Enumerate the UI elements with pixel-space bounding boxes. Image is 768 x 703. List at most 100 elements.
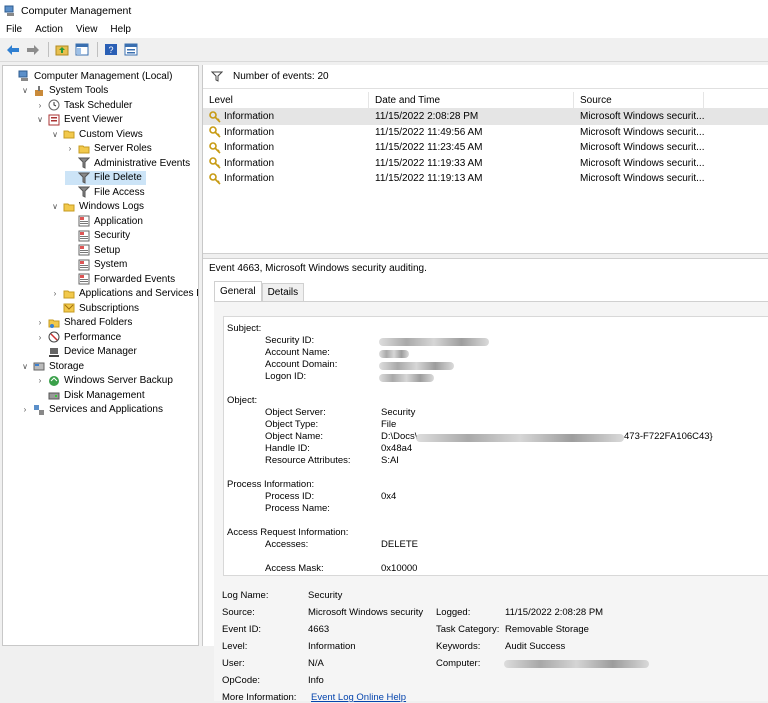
column-header-source[interactable]: Source (574, 92, 704, 108)
tree-node-server-roles[interactable]: ›Server Roles (65, 142, 152, 156)
properties-icon (124, 43, 138, 56)
tree-node-system[interactable]: System (65, 258, 127, 272)
desc-handle-id-label: Handle ID: (265, 443, 310, 454)
tree-node-administrative-events[interactable]: Administrative Events (65, 156, 190, 170)
tree-node-applications-and-services-logs[interactable]: ›Applications and Services Logs (50, 287, 199, 301)
prop-level-label: Level: (222, 641, 247, 652)
event-row[interactable]: Information11/15/2022 11:49:56 AMMicroso… (203, 125, 768, 141)
expand-chevron-icon[interactable]: › (50, 289, 60, 298)
desc-process-id-label: Process ID: (265, 491, 314, 502)
collapse-chevron-icon[interactable]: ∨ (20, 362, 30, 371)
prop-opcode-value: Info (308, 675, 324, 686)
column-header-date[interactable]: Date and Time (369, 92, 574, 108)
event-datetime: 11/15/2022 11:19:13 AM (369, 173, 574, 184)
collapse-chevron-icon[interactable]: ∨ (50, 202, 60, 211)
desc-access-mask-label: Access Mask: (265, 563, 324, 574)
redacted-account-domain (379, 362, 454, 370)
tree-node-file-access[interactable]: File Access (65, 185, 145, 199)
show-hide-tree-button[interactable] (73, 41, 90, 58)
computer-management-icon (4, 5, 16, 17)
computer-management-icon (18, 70, 30, 82)
tree-node-windows-server-backup[interactable]: › Windows Server Backup (35, 374, 173, 388)
information-key-icon (209, 126, 221, 138)
tree-node-disk-management[interactable]: Disk Management (35, 388, 145, 402)
menu-help[interactable]: Help (110, 24, 131, 35)
column-header-level[interactable]: Level (203, 92, 369, 108)
redacted-computer-name (504, 660, 649, 668)
filter-icon (78, 172, 90, 184)
prop-more-info-label: More Information: (222, 692, 296, 703)
tree-node-device-manager[interactable]: Device Manager (35, 345, 137, 359)
tree-node-computer-management-local[interactable]: Computer Management (Local) (5, 69, 172, 83)
tree-node-forwarded-events[interactable]: Forwarded Events (65, 272, 175, 286)
event-datetime: 11/15/2022 11:23:45 AM (369, 142, 574, 153)
tree-node-storage[interactable]: ∨Storage (20, 359, 84, 373)
general-tab-body: Subject: Security ID: Account Name: Acco… (214, 301, 768, 701)
event-log-online-help-link[interactable]: Event Log Online Help (311, 692, 406, 703)
collapse-chevron-icon[interactable]: ∨ (20, 86, 30, 95)
folder-up-icon (55, 43, 69, 56)
tree-node-label: Device Manager (64, 346, 137, 357)
prop-keywords-value: Audit Success (505, 641, 565, 652)
expand-chevron-icon[interactable]: › (65, 144, 75, 153)
event-row[interactable]: Information11/15/2022 2:08:28 PMMicrosof… (203, 109, 768, 125)
menu-view[interactable]: View (76, 24, 98, 35)
up-folder-button[interactable] (53, 41, 70, 58)
event-viewer-icon (48, 114, 60, 126)
clock-icon (48, 99, 60, 111)
detail-tabs: General Details (214, 283, 304, 301)
tree-node-task-scheduler[interactable]: › Task Scheduler (35, 98, 132, 112)
prop-user-label: User: (222, 658, 245, 669)
expand-chevron-icon[interactable]: › (35, 318, 45, 327)
properties-button[interactable] (122, 41, 139, 58)
event-source: Microsoft Windows securit... (574, 142, 704, 153)
forward-button[interactable] (24, 41, 41, 58)
tree-node-system-tools[interactable]: ∨System Tools (20, 84, 108, 98)
prop-log-name-value: Security (308, 590, 342, 601)
event-row[interactable]: Information11/15/2022 11:19:33 AMMicroso… (203, 156, 768, 172)
menu-action[interactable]: Action (35, 24, 63, 35)
collapse-chevron-icon[interactable]: ∨ (50, 130, 60, 139)
event-row[interactable]: Information11/15/2022 11:23:45 AMMicroso… (203, 140, 768, 156)
event-pane: Number of events: 20 Level Date and Time… (202, 65, 768, 646)
tree-node-security[interactable]: Security (65, 229, 130, 243)
tree-node-custom-views[interactable]: ∨Custom Views (50, 127, 143, 141)
console-tree-icon (75, 43, 89, 56)
tree-node-label: Administrative Events (94, 158, 190, 169)
desc-access-mask-value: 0x10000 (381, 563, 417, 574)
tree-node-windows-logs[interactable]: ∨Windows Logs (50, 200, 144, 214)
tree-node-performance[interactable]: ›Performance (35, 330, 121, 344)
tree-node-file-delete[interactable]: File Delete (65, 171, 146, 185)
event-description[interactable]: Subject: Security ID: Account Name: Acco… (223, 316, 768, 576)
filter-icon (78, 186, 90, 198)
prop-log-name-label: Log Name: (222, 590, 268, 601)
disk-icon (48, 389, 60, 401)
tree-node-shared-folders[interactable]: ›Shared Folders (35, 316, 132, 330)
tree-node-label: Windows Server Backup (64, 375, 173, 386)
menu-file[interactable]: File (6, 24, 22, 35)
tree-node-subscriptions[interactable]: Subscriptions (50, 301, 139, 315)
expand-chevron-icon[interactable]: › (35, 101, 45, 110)
desc-resource-attributes-value: S:AI (381, 455, 399, 466)
tree-node-label: Task Scheduler (64, 100, 132, 111)
event-row[interactable]: Information11/15/2022 11:19:13 AMMicroso… (203, 171, 768, 187)
expand-chevron-icon[interactable]: › (35, 333, 45, 342)
help-button[interactable]: ? (102, 41, 119, 58)
pane-splitter[interactable] (203, 253, 768, 259)
tree-node-application[interactable]: Application (65, 214, 143, 228)
desc-object-type-label: Object Type: (265, 419, 318, 430)
tree-node-label: Security (94, 230, 130, 241)
tab-details[interactable]: Details (262, 283, 305, 301)
collapse-chevron-icon[interactable]: ∨ (35, 115, 45, 124)
tab-general[interactable]: General (214, 281, 262, 301)
tree-node-event-viewer[interactable]: ∨Event Viewer (35, 113, 123, 127)
tree-node-services-and-applications[interactable]: › Services and Applications (20, 403, 163, 417)
back-button[interactable] (4, 41, 21, 58)
expand-chevron-icon[interactable]: › (35, 376, 45, 385)
event-source: Microsoft Windows securit... (574, 173, 704, 184)
tree-node-label: Services and Applications (49, 404, 163, 415)
log-icon (78, 244, 90, 256)
tree-node-setup[interactable]: Setup (65, 243, 120, 257)
console-tree: Computer Management (Local)∨System Tools… (2, 65, 199, 646)
expand-chevron-icon[interactable]: › (20, 405, 30, 414)
